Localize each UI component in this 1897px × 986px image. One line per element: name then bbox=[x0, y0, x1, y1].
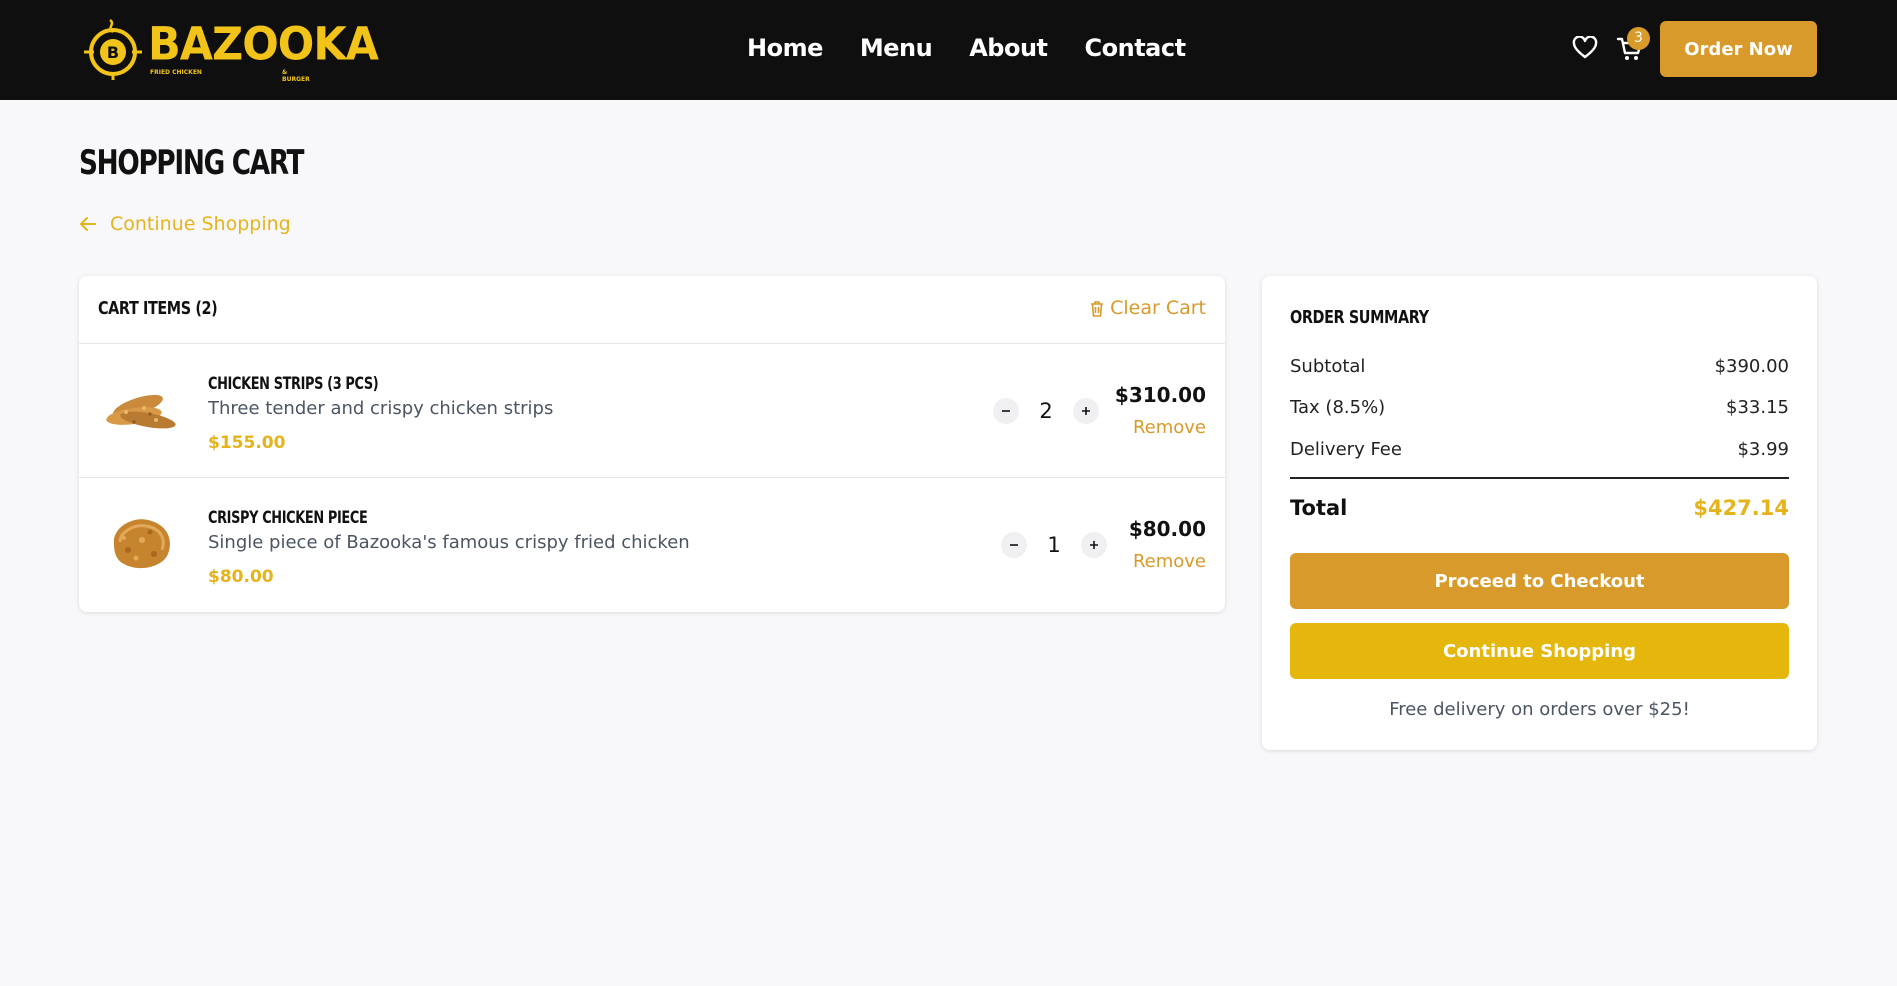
delivery-fee-label: Delivery Fee bbox=[1290, 439, 1402, 460]
item-description: Three tender and crispy chicken strips bbox=[208, 398, 554, 419]
navbar: B BAZOOKA FRIED CHICKEN & BURGER Home Me… bbox=[0, 0, 1897, 100]
page-title: SHOPPING CART bbox=[79, 143, 304, 183]
brand-sub-right: & BURGER bbox=[282, 69, 310, 83]
total-value: $427.14 bbox=[1693, 496, 1789, 520]
cart-items-card: CART ITEMS (2) Clear Cart CHICKEN STRIPS… bbox=[79, 276, 1225, 612]
logo-emblem-icon: B bbox=[84, 18, 142, 80]
brand-logo[interactable]: B BAZOOKA FRIED CHICKEN & BURGER bbox=[80, 16, 379, 83]
nav-link-contact[interactable]: Contact bbox=[1085, 34, 1187, 64]
total-label: Total bbox=[1290, 496, 1348, 520]
quantity-stepper: 1 bbox=[1001, 532, 1107, 558]
nav-link-about[interactable]: About bbox=[969, 34, 1048, 64]
decrease-quantity-button[interactable] bbox=[993, 398, 1019, 424]
quantity-value: 2 bbox=[1039, 399, 1053, 423]
item-description: Single piece of Bazooka's famous crispy … bbox=[208, 532, 690, 553]
continue-shopping-button[interactable]: Continue Shopping bbox=[1290, 623, 1789, 679]
cart-count-badge: 3 bbox=[1627, 27, 1650, 50]
clear-cart-label: Clear Cart bbox=[1110, 297, 1206, 319]
minus-icon bbox=[1002, 410, 1010, 412]
nav-link-menu[interactable]: Menu bbox=[860, 34, 933, 64]
item-line-total: $310.00 bbox=[1114, 383, 1206, 407]
total-row: Total $427.14 bbox=[1290, 496, 1789, 520]
remove-item-button[interactable]: Remove bbox=[1133, 417, 1206, 438]
tax-label: Tax (8.5%) bbox=[1290, 397, 1386, 418]
delivery-fee-row: Delivery Fee $3.99 bbox=[1290, 439, 1789, 460]
decrease-quantity-button[interactable] bbox=[1001, 532, 1027, 558]
cart-item: CHICKEN STRIPS (3 PCS) Three tender and … bbox=[79, 344, 1225, 478]
delivery-fee-value: $3.99 bbox=[1737, 439, 1789, 460]
summary-divider bbox=[1290, 477, 1789, 479]
svg-text:B: B bbox=[107, 43, 119, 62]
item-name: CHICKEN STRIPS (3 PCS) bbox=[208, 374, 379, 394]
quantity-value: 1 bbox=[1047, 533, 1061, 557]
order-summary-title: ORDER SUMMARY bbox=[1290, 307, 1429, 328]
heart-icon[interactable] bbox=[1572, 36, 1598, 60]
order-summary-card: ORDER SUMMARY Subtotal $390.00 Tax (8.5%… bbox=[1262, 276, 1817, 750]
increase-quantity-button[interactable] bbox=[1073, 398, 1099, 424]
brand-name: BAZOOKA bbox=[148, 18, 379, 72]
item-unit-price: $80.00 bbox=[208, 567, 274, 587]
cart-item: CRISPY CHICKEN PIECE Single piece of Baz… bbox=[79, 478, 1225, 612]
subtotal-row: Subtotal $390.00 bbox=[1290, 356, 1789, 377]
continue-shopping-label: Continue Shopping bbox=[110, 213, 291, 235]
main-nav: Home Menu About Contact bbox=[747, 34, 1223, 64]
subtotal-label: Subtotal bbox=[1290, 356, 1366, 377]
item-unit-price: $155.00 bbox=[208, 433, 286, 453]
item-name: CRISPY CHICKEN PIECE bbox=[208, 508, 368, 528]
nav-link-home[interactable]: Home bbox=[747, 34, 823, 64]
crispy-chicken-image bbox=[113, 519, 170, 569]
cart-header: CART ITEMS (2) Clear Cart bbox=[79, 276, 1225, 344]
increase-quantity-button[interactable] bbox=[1081, 532, 1107, 558]
free-delivery-note: Free delivery on orders over $25! bbox=[1389, 699, 1690, 720]
item-line-total: $80.00 bbox=[1128, 517, 1206, 541]
tax-value: $33.15 bbox=[1726, 397, 1789, 418]
subtotal-value: $390.00 bbox=[1714, 356, 1789, 377]
plus-icon bbox=[1090, 541, 1098, 549]
proceed-to-checkout-button[interactable]: Proceed to Checkout bbox=[1290, 553, 1789, 609]
minus-icon bbox=[1010, 544, 1018, 546]
arrow-left-icon bbox=[80, 217, 96, 231]
remove-item-button[interactable]: Remove bbox=[1133, 551, 1206, 572]
chicken-strips-image bbox=[106, 394, 176, 429]
quantity-stepper: 2 bbox=[993, 398, 1099, 424]
continue-shopping-link[interactable]: Continue Shopping bbox=[80, 213, 291, 235]
trash-icon bbox=[1091, 300, 1104, 317]
plus-icon bbox=[1082, 407, 1090, 415]
cart-items-title: CART ITEMS (2) bbox=[98, 298, 218, 319]
brand-sub-left: FRIED CHICKEN bbox=[150, 69, 202, 76]
tax-row: Tax (8.5%) $33.15 bbox=[1290, 397, 1789, 418]
clear-cart-button[interactable]: Clear Cart bbox=[1090, 297, 1206, 319]
order-now-button[interactable]: Order Now bbox=[1660, 21, 1817, 77]
